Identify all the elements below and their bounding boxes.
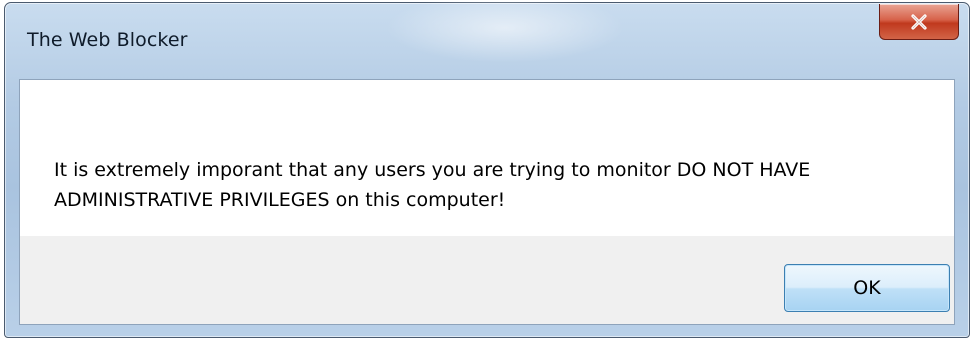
message-area: It is extremely imporant that any users … bbox=[20, 80, 954, 236]
dialog-message: It is extremely imporant that any users … bbox=[54, 159, 811, 211]
title-bar[interactable]: The Web Blocker bbox=[5, 0, 969, 79]
dialog-window: The Web Blocker It is extremely imporant… bbox=[4, 0, 970, 338]
window-title: The Web Blocker bbox=[27, 29, 188, 51]
close-button[interactable] bbox=[879, 4, 959, 40]
ok-button[interactable]: OK bbox=[784, 264, 950, 312]
dialog-body: It is extremely imporant that any users … bbox=[19, 79, 955, 325]
close-icon bbox=[911, 13, 927, 30]
